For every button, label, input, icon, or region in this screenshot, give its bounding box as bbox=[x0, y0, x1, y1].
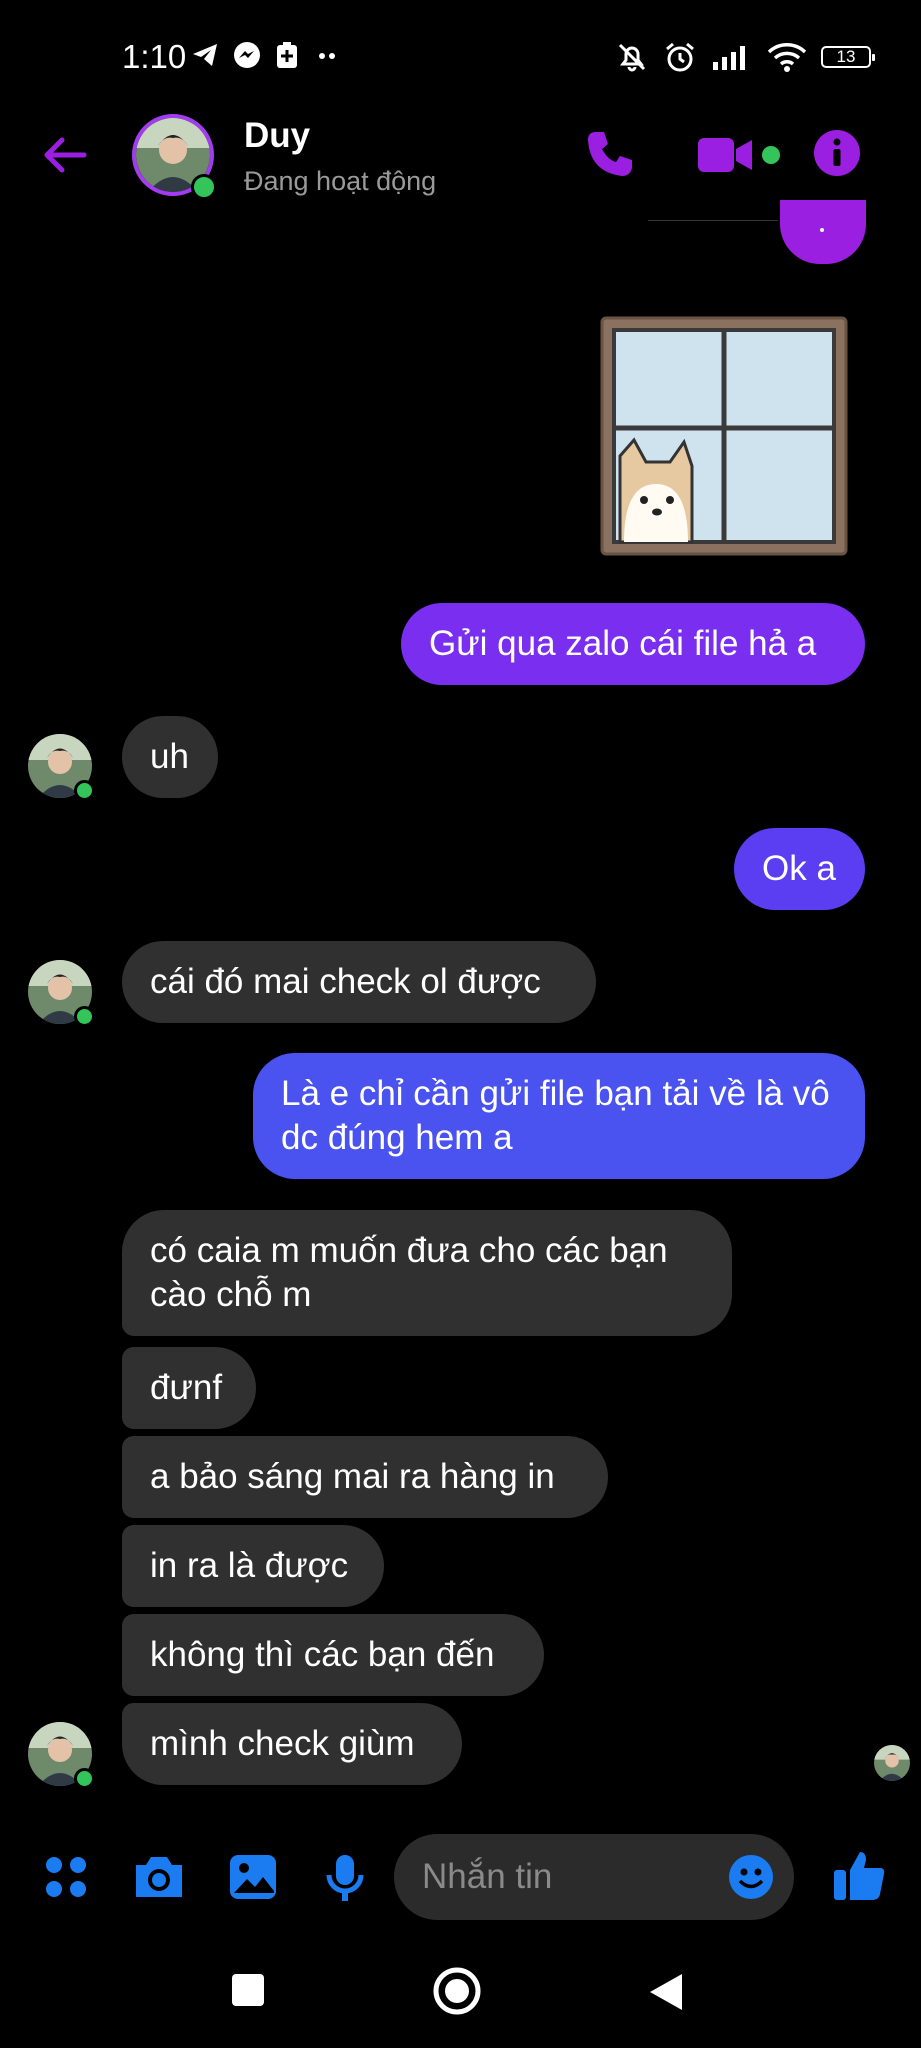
back-nav-icon[interactable] bbox=[646, 1970, 686, 2014]
outgoing-message[interactable]: Ok a bbox=[734, 828, 865, 910]
phone-call-icon[interactable] bbox=[584, 128, 636, 180]
incoming-message[interactable]: đưnf bbox=[122, 1347, 256, 1429]
signal-icon bbox=[713, 46, 745, 70]
telegram-icon bbox=[193, 44, 217, 66]
online-status-dot bbox=[191, 174, 217, 200]
outgoing-bubble-partial[interactable] bbox=[780, 200, 866, 264]
status-time: 1:10 bbox=[122, 38, 187, 75]
incoming-message[interactable]: cái đó mai check ol được bbox=[122, 941, 596, 1023]
home-icon[interactable] bbox=[432, 1966, 482, 2016]
more-notifications-icon bbox=[319, 53, 335, 59]
contact-active-status: Đang hoạt động bbox=[244, 166, 437, 196]
wifi-icon bbox=[767, 43, 807, 72]
gallery-icon[interactable] bbox=[228, 1853, 278, 1901]
microphone-icon[interactable] bbox=[324, 1853, 366, 1903]
outgoing-message[interactable]: Gửi qua zalo cái file hả a bbox=[401, 603, 865, 685]
outgoing-message[interactable]: Là e chỉ cần gửi file bạn tải về là vô d… bbox=[253, 1053, 865, 1179]
incoming-message[interactable]: không thì các bạn đến bbox=[122, 1614, 544, 1696]
incoming-message[interactable]: a bảo sáng mai ra hàng in bbox=[122, 1436, 608, 1518]
video-call-icon[interactable] bbox=[696, 134, 754, 176]
thumbs-up-icon[interactable] bbox=[832, 1848, 886, 1902]
incoming-message[interactable]: uh bbox=[122, 716, 218, 798]
contact-name[interactable]: Duy bbox=[244, 116, 310, 156]
battery-level: 13 bbox=[836, 47, 856, 66]
incoming-message[interactable]: mình check giùm bbox=[122, 1703, 462, 1785]
battery-saver-icon bbox=[277, 42, 297, 68]
video-active-dot bbox=[762, 146, 780, 164]
info-icon[interactable] bbox=[812, 128, 862, 178]
divider bbox=[648, 220, 778, 221]
notification-icons bbox=[190, 40, 342, 70]
emoji-icon[interactable] bbox=[728, 1854, 774, 1900]
battery-indicator: 13 bbox=[821, 46, 875, 68]
online-status-dot bbox=[74, 780, 95, 801]
incoming-message[interactable]: in ra là được bbox=[122, 1525, 384, 1607]
online-status-dot bbox=[74, 1768, 95, 1789]
window-dog-sticker[interactable] bbox=[600, 316, 848, 556]
apps-grid-icon[interactable] bbox=[42, 1853, 90, 1901]
messenger-icon bbox=[234, 42, 260, 68]
alarm-icon bbox=[666, 42, 694, 72]
camera-icon[interactable] bbox=[132, 1853, 186, 1901]
system-icons: 13 bbox=[615, 40, 875, 74]
back-arrow-icon[interactable] bbox=[40, 130, 90, 180]
read-receipt-avatar bbox=[874, 1745, 910, 1781]
recent-apps-icon[interactable] bbox=[228, 1970, 268, 2010]
online-status-dot bbox=[74, 1006, 95, 1027]
incoming-message[interactable]: có caia m muốn đưa cho các bạn cào chỗ m bbox=[122, 1210, 732, 1336]
mute-icon bbox=[618, 43, 646, 72]
avatar-image bbox=[874, 1745, 910, 1781]
